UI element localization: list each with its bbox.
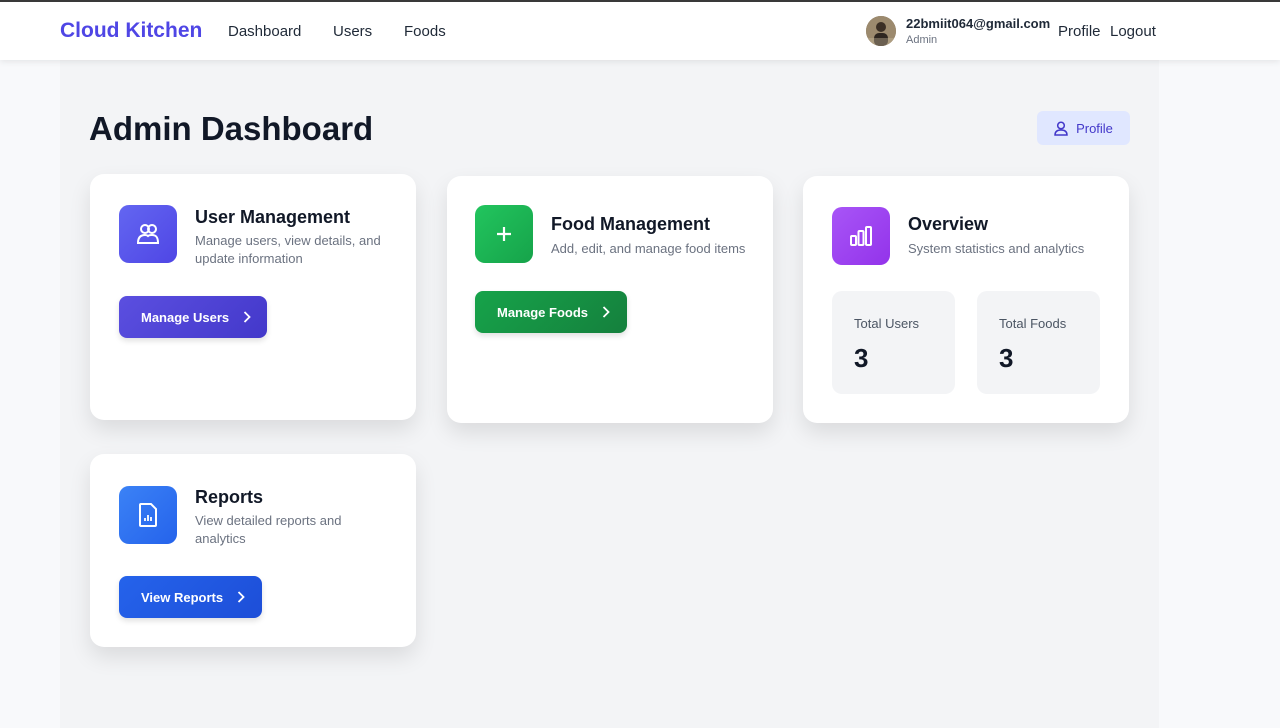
avatar[interactable] xyxy=(866,16,896,46)
card-title: Food Management xyxy=(551,214,711,234)
reports-card: Reports View detailed reports and analyt… xyxy=(90,454,416,647)
users-icon xyxy=(119,205,177,263)
stat-value: 3 xyxy=(854,343,869,373)
nav-profile-link[interactable]: Profile xyxy=(1058,23,1101,40)
user-icon xyxy=(1054,120,1068,136)
stat-total-users: Total Users 3 xyxy=(832,291,955,394)
food-management-card: Food Management Add, edit, and manage fo… xyxy=(447,176,773,423)
profile-button-label: Profile xyxy=(1076,120,1113,136)
user-role: Admin xyxy=(906,34,938,46)
manage-users-button[interactable]: Manage Users xyxy=(119,296,267,338)
card-description: Manage users, view details, and update i… xyxy=(195,233,381,266)
report-file-icon xyxy=(119,486,177,544)
card-description: System statistics and analytics xyxy=(908,241,1085,256)
chevron-right-icon xyxy=(602,306,610,318)
bar-chart-icon xyxy=(832,207,890,265)
card-description: View detailed reports and analytics xyxy=(195,513,342,546)
chevron-right-icon xyxy=(237,591,245,603)
nav-link-foods[interactable]: Foods xyxy=(404,23,446,40)
stat-label: Total Users xyxy=(854,316,920,331)
brand-logo[interactable]: Cloud Kitchen xyxy=(60,19,202,43)
card-title: Reports xyxy=(195,487,264,507)
stat-total-foods: Total Foods 3 xyxy=(977,291,1100,394)
nav-link-dashboard[interactable]: Dashboard xyxy=(228,23,301,40)
stat-label: Total Foods xyxy=(999,316,1067,331)
user-management-card: User Management Manage users, view detai… xyxy=(90,174,416,420)
page-title: Admin Dashboard xyxy=(89,110,374,147)
overview-card: Overview System statistics and analytics… xyxy=(803,176,1129,423)
manage-foods-button[interactable]: Manage Foods xyxy=(475,291,627,333)
top-navbar: Cloud Kitchen Dashboard Users Foods 22bm… xyxy=(0,2,1280,60)
user-email: 22bmiit064@gmail.com xyxy=(906,16,1051,31)
profile-button[interactable]: Profile xyxy=(1037,111,1130,145)
button-label: View Reports xyxy=(141,589,224,605)
card-title: User Management xyxy=(195,207,351,227)
stat-value: 3 xyxy=(999,343,1014,373)
chevron-right-icon xyxy=(244,311,251,323)
nav-link-users[interactable]: Users xyxy=(333,23,372,40)
plus-icon xyxy=(475,205,533,263)
button-label: Manage Foods xyxy=(497,304,589,320)
button-label: Manage Users xyxy=(141,309,230,325)
card-title: Overview xyxy=(908,214,989,234)
view-reports-button[interactable]: View Reports xyxy=(119,576,262,618)
nav-logout-link[interactable]: Logout xyxy=(1110,23,1156,40)
card-description: Add, edit, and manage food items xyxy=(551,241,746,256)
